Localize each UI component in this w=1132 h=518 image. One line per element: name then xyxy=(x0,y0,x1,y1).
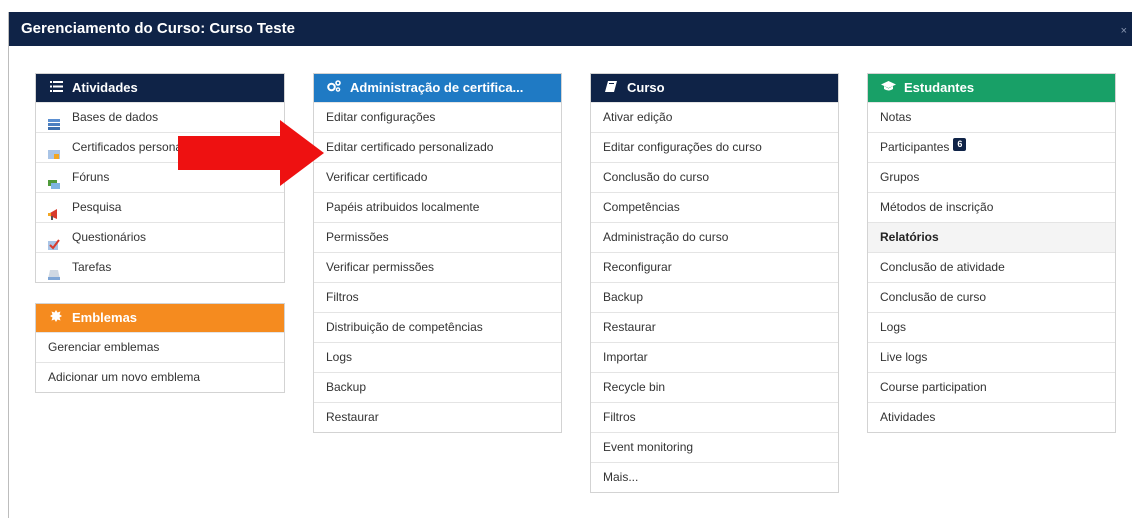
students-item-enrolment-methods[interactable]: Métodos de inscrição xyxy=(868,192,1115,222)
cert-admin-item[interactable]: Filtros xyxy=(314,282,561,312)
book-icon xyxy=(603,74,619,102)
students-item-grades[interactable]: Notas xyxy=(868,102,1115,132)
cert-admin-item[interactable]: Permissões xyxy=(314,222,561,252)
students-item-course-completion[interactable]: Conclusão de curso xyxy=(868,282,1115,312)
students-item-groups[interactable]: Grupos xyxy=(868,162,1115,192)
cert-admin-item[interactable]: Logs xyxy=(314,342,561,372)
course-item[interactable]: Recycle bin xyxy=(591,372,838,402)
modal-header: Gerenciamento do Curso: Curso Teste × xyxy=(9,12,1132,46)
manage-badges-link[interactable]: Gerenciar emblemas xyxy=(36,332,284,362)
cert-admin-item[interactable]: Verificar permissões xyxy=(314,252,561,282)
panel-emblemas-header: Emblemas xyxy=(36,304,284,332)
red-arrow-shape xyxy=(178,120,324,186)
course-item[interactable]: Backup xyxy=(591,282,838,312)
panel-atividades-title: Atividades xyxy=(72,80,138,95)
cert-admin-item[interactable]: Restaurar xyxy=(314,402,561,432)
panel-estudantes-header: Estudantes xyxy=(868,74,1115,102)
students-item-activity-completion[interactable]: Conclusão de atividade xyxy=(868,252,1115,282)
course-item[interactable]: Conclusão do curso xyxy=(591,162,838,192)
panel-estudantes: Estudantes Notas Participantes 6 Grupos M… xyxy=(867,73,1116,433)
cert-admin-item[interactable]: Papéis atribuidos localmente xyxy=(314,192,561,222)
badge-icon xyxy=(48,304,64,332)
cert-admin-item[interactable]: Editar configurações xyxy=(314,102,561,132)
graduation-cap-icon xyxy=(880,74,896,102)
students-item-participants[interactable]: Participantes 6 xyxy=(868,132,1115,162)
modal-title: Gerenciamento do Curso: Curso Teste xyxy=(21,20,295,37)
certificate-icon xyxy=(48,142,60,159)
course-item[interactable]: Event monitoring xyxy=(591,432,838,462)
course-item[interactable]: Administração do curso xyxy=(591,222,838,252)
panel-certificate-admin-title: Administração de certifica... xyxy=(350,80,524,95)
course-item[interactable]: Competências xyxy=(591,192,838,222)
megaphone-icon xyxy=(48,202,60,220)
course-item[interactable]: Editar configurações do curso xyxy=(591,132,838,162)
panel-certificate-admin-header: Administração de certifica... xyxy=(314,74,561,102)
activity-label: Pesquisa xyxy=(72,200,122,214)
activity-label: Questionários xyxy=(72,230,147,244)
panel-emblemas: Emblemas Gerenciar emblemas Adicionar um… xyxy=(35,303,285,393)
cert-admin-item[interactable]: Verificar certificado xyxy=(314,162,561,192)
students-item-logs[interactable]: Logs xyxy=(868,312,1115,342)
activity-label: Bases de dados xyxy=(72,110,159,124)
add-badge-link[interactable]: Adicionar um novo emblema xyxy=(36,362,284,392)
cert-admin-item[interactable]: Backup xyxy=(314,372,561,402)
panel-curso-title: Curso xyxy=(627,80,665,95)
panel-curso-header: Curso xyxy=(591,74,838,102)
panel-curso: Curso Ativar edição Editar configurações… xyxy=(590,73,839,493)
database-icon xyxy=(48,112,60,130)
activity-item-quizzes[interactable]: Questionários xyxy=(36,222,284,252)
cert-admin-item[interactable]: Editar certificado personalizado xyxy=(314,132,561,162)
red-arrow-annotation xyxy=(178,120,324,186)
cogs-icon xyxy=(326,74,342,102)
close-button[interactable]: × xyxy=(1121,25,1127,37)
activity-label: Fóruns xyxy=(72,170,110,184)
forum-icon xyxy=(48,172,60,189)
students-item-course-participation[interactable]: Course participation xyxy=(868,372,1115,402)
panel-estudantes-title: Estudantes xyxy=(904,80,975,95)
panel-atividades-header: Atividades xyxy=(36,74,284,102)
cert-admin-item[interactable]: Distribuição de competências xyxy=(314,312,561,342)
students-section-reports: Relatórios xyxy=(868,222,1115,252)
students-item-live-logs[interactable]: Live logs xyxy=(868,342,1115,372)
assignment-icon xyxy=(48,262,60,280)
activity-label: Tarefas xyxy=(72,260,112,274)
course-item[interactable]: Filtros xyxy=(591,402,838,432)
course-item[interactable]: Mais... xyxy=(591,462,838,492)
participants-label: Participantes xyxy=(880,140,950,154)
course-item[interactable]: Restaurar xyxy=(591,312,838,342)
course-item[interactable]: Reconfigurar xyxy=(591,252,838,282)
quiz-check-icon xyxy=(48,232,60,250)
students-item-activities[interactable]: Atividades xyxy=(868,402,1115,432)
panel-emblemas-title: Emblemas xyxy=(72,310,138,325)
list-icon xyxy=(48,74,64,102)
participants-count-badge: 6 xyxy=(953,138,967,151)
course-item[interactable]: Importar xyxy=(591,342,838,372)
activity-item-assignments[interactable]: Tarefas xyxy=(36,252,284,282)
activity-item-survey[interactable]: Pesquisa xyxy=(36,192,284,222)
panel-certificate-admin: Administração de certifica... Editar con… xyxy=(313,73,562,433)
course-item[interactable]: Ativar edição xyxy=(591,102,838,132)
